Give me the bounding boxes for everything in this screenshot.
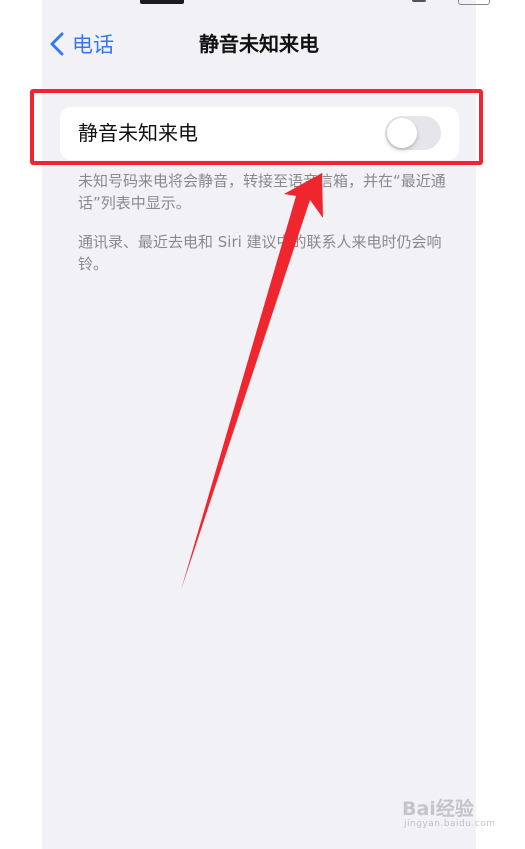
page: 静音未知来电 电话 静音未知来电 未知号码来电将会静音，转接至语音信箱，并在“最… <box>0 0 525 849</box>
watermark: Bai经验 jingyan.baidu.com <box>398 790 498 835</box>
watermark-url: jingyan.baidu.com <box>404 819 496 829</box>
annotation-arrow-icon <box>181 173 323 590</box>
watermark-logo: Bai经验 <box>402 798 474 820</box>
